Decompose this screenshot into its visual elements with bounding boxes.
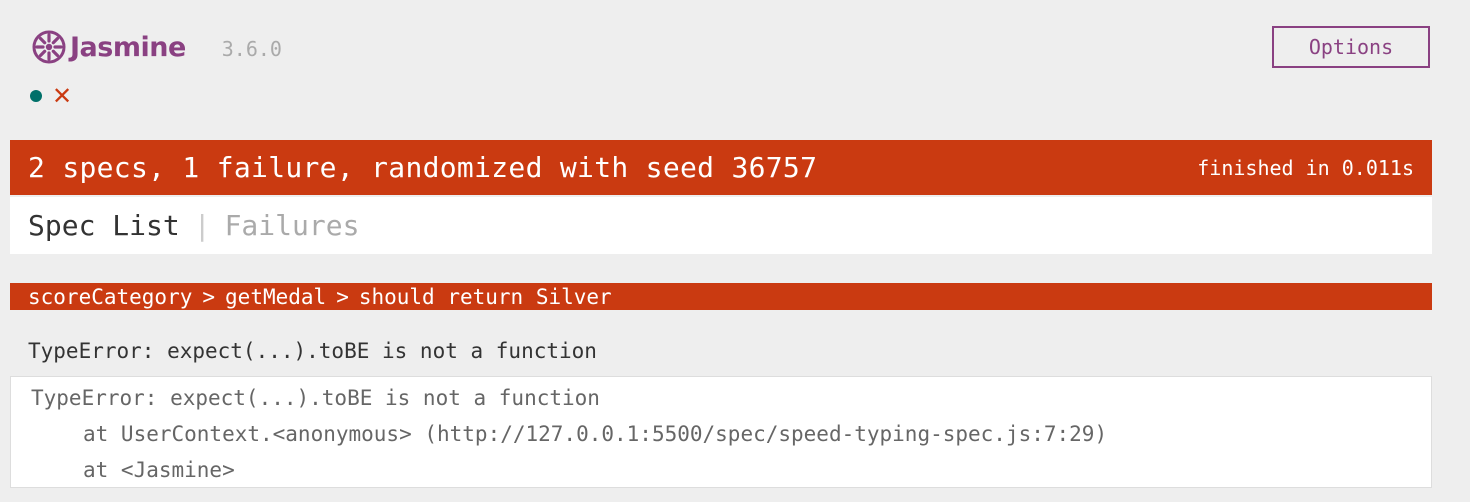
brand-name: Jasmine bbox=[70, 31, 186, 63]
jasmine-reporter: Jasmine 3.6.0 Options ✕ 2 specs, 1 failu… bbox=[0, 0, 1470, 502]
cross-icon: ✕ bbox=[52, 82, 73, 110]
spec-link-should-return-silver[interactable]: should return Silver bbox=[359, 285, 612, 309]
stack-line: TypeError: expect(...).toBE is not a fun… bbox=[31, 386, 600, 410]
result-summary: 2 specs, 1 failure, randomized with seed… bbox=[28, 151, 818, 184]
jasmine-flower-icon bbox=[32, 30, 66, 64]
duration-label: finished in 0.011s bbox=[1197, 155, 1414, 180]
menu-separator: | bbox=[193, 209, 211, 242]
suite-link-getmedal[interactable]: getMedal bbox=[225, 285, 326, 309]
jasmine-logo: Jasmine bbox=[32, 30, 186, 64]
symbol-summary: ✕ bbox=[30, 84, 72, 108]
options-button[interactable]: Options bbox=[1272, 26, 1430, 68]
tab-failures[interactable]: Failures bbox=[225, 209, 360, 242]
result-message: TypeError: expect(...).toBE is not a fun… bbox=[28, 339, 597, 363]
tab-spec-list[interactable]: Spec List bbox=[28, 209, 180, 242]
stack-line: at UserContext.<anonymous> (http://127.0… bbox=[83, 422, 1108, 446]
results-menu: Spec List | Failures bbox=[10, 197, 1432, 254]
path-separator: > bbox=[202, 284, 216, 309]
failed-spec-description: scoreCategory > getMedal > should return… bbox=[10, 283, 1432, 310]
path-separator: > bbox=[336, 284, 349, 309]
version-label: 3.6.0 bbox=[221, 37, 282, 61]
stack-line: at <Jasmine> bbox=[83, 458, 235, 482]
suite-link-scorecategory[interactable]: scoreCategory bbox=[28, 285, 192, 309]
stack-trace: TypeError: expect(...).toBE is not a fun… bbox=[10, 376, 1432, 488]
banner: Jasmine 3.6.0 bbox=[32, 30, 282, 64]
overall-result-bar: 2 specs, 1 failure, randomized with seed… bbox=[10, 140, 1432, 195]
dot-icon bbox=[30, 90, 42, 102]
